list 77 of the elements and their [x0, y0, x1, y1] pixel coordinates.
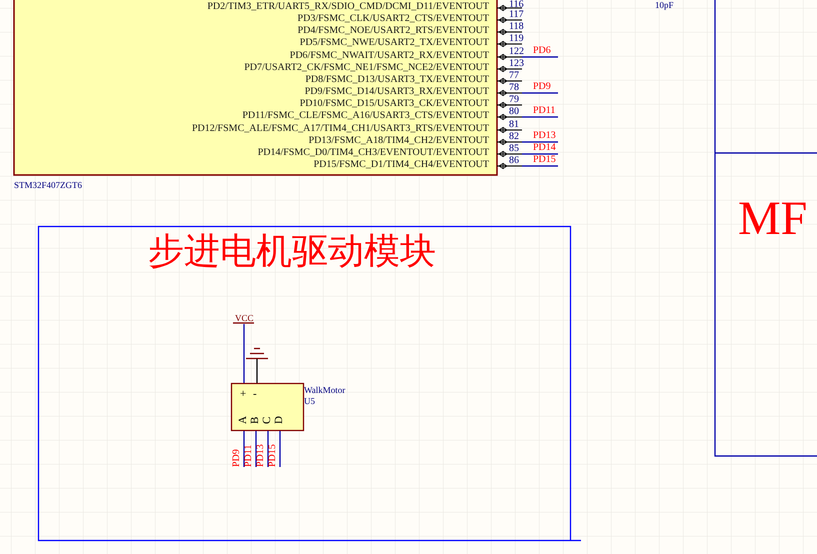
- wire: [243, 324, 245, 383]
- pin-name: C: [262, 416, 273, 424]
- net-label: PD6: [533, 46, 551, 56]
- pin-line: [496, 54, 522, 60]
- wire: [243, 431, 245, 467]
- component-comment: WalkMotor: [304, 385, 346, 395]
- pin-number: 116: [509, 0, 524, 10]
- net-label: PD13: [533, 131, 556, 141]
- wire: [256, 359, 258, 383]
- pin-number: 79: [509, 95, 519, 105]
- pin-number: 86: [509, 156, 519, 166]
- pin-line: [496, 138, 522, 145]
- pin-number: 85: [509, 144, 519, 154]
- net-label: PD15: [268, 444, 278, 467]
- pin-name: PD15/FSMC_D1/TIM4_CH4/EVENTOUT: [312, 159, 489, 171]
- wire: [522, 141, 558, 143]
- pin-name: PD8/FSMC_D13/USART3_TX/EVENTOUT: [304, 74, 489, 86]
- pin-name: PD10/FSMC_D15/USART3_CK/EVENTOUT: [298, 98, 489, 110]
- pin-line: [496, 162, 522, 169]
- wire: [522, 153, 558, 155]
- pin-number: 119: [509, 34, 524, 44]
- pin-line: [496, 40, 522, 47]
- pin-name: PD14/FSMC_D0/TIM4_CH3/EVENTOUT/EVENTOUT: [256, 147, 489, 159]
- net-label: PD11: [533, 106, 556, 116]
- pin-line: [496, 66, 522, 72]
- pin-line: [496, 16, 522, 23]
- pin-number: 117: [509, 10, 524, 20]
- pin-name: PD4/FSMC_NOE/USART2_RTS/EVENTOUT: [296, 25, 489, 37]
- pin-line: [496, 126, 522, 133]
- pin-name: -: [253, 389, 257, 400]
- ground-icon: [245, 348, 269, 360]
- wire: [522, 56, 558, 58]
- part-name: STM32F407ZGT6: [14, 180, 82, 190]
- wire: [522, 92, 558, 94]
- pin-line: [496, 28, 522, 35]
- pin-line: [496, 114, 522, 120]
- pin-number: 81: [509, 120, 519, 130]
- pin-line: [496, 150, 522, 157]
- sheet-label: MF: [738, 195, 808, 243]
- pin-line: [496, 90, 522, 96]
- pin-name: PD13/FSMC_A18/TIM4_CH2/EVENTOUT: [308, 135, 489, 147]
- pin-name: A: [238, 416, 249, 424]
- net-label: PD15: [533, 155, 556, 165]
- pin-line: [496, 102, 522, 108]
- wire: [522, 116, 558, 118]
- component-designator: U5: [304, 396, 315, 406]
- pin-number: 82: [509, 132, 519, 142]
- pin-number: 122: [509, 47, 524, 57]
- power-label: VCC: [235, 313, 254, 323]
- pin-number: 77: [509, 71, 519, 81]
- pin-number: 78: [509, 83, 519, 93]
- pin-name: PD6/FSMC_NWAIT/USART2_RX/EVENTOUT: [288, 50, 489, 62]
- pin-name: B: [250, 416, 261, 424]
- pin-line: [496, 78, 522, 84]
- capacitor-value: 10pF: [655, 0, 674, 10]
- net-label: PD11: [244, 444, 254, 467]
- net-label: PD9: [533, 82, 551, 92]
- pin-name: +: [240, 389, 246, 400]
- pin-name: PD3/FSMC_CLK/USART2_CTS/EVENTOUT: [296, 13, 489, 25]
- net-label: PD13: [256, 444, 266, 467]
- net-label: PD14: [533, 143, 556, 153]
- pin-name: PD11/FSMC_CLE/FSMC_A16/USART3_CTS/EVENTOUT: [241, 110, 489, 122]
- pin-name: PD9/FSMC_D14/USART3_RX/EVENTOUT: [304, 86, 489, 98]
- module-title: 步进电机驱动模块: [148, 231, 436, 271]
- wire: [279, 431, 281, 467]
- pin-number: 123: [509, 59, 524, 69]
- pin-name: PD7/USART2_CK/FSMC_NE1/FSMC_NCE2/EVENTOUT: [243, 62, 489, 74]
- net-label: PD9: [232, 449, 242, 467]
- wire: [267, 431, 269, 467]
- wire: [522, 165, 558, 167]
- pin-name: PD2/TIM3_ETR/UART5_RX/SDIO_CMD/DCMI_D11/EVENTOUT: [206, 1, 489, 13]
- pin-number: 80: [509, 107, 519, 117]
- pin-name: PD12/FSMC_ALE/FSMC_A17/TIM4_CH1/USART3_RTS/EVENTOUT: [191, 123, 489, 135]
- pin-number: 118: [509, 22, 524, 32]
- pin-name: PD5/FSMC_NWE/USART2_TX/EVENTOUT: [298, 37, 489, 49]
- pin-name: D: [274, 416, 285, 424]
- wire: [255, 431, 257, 467]
